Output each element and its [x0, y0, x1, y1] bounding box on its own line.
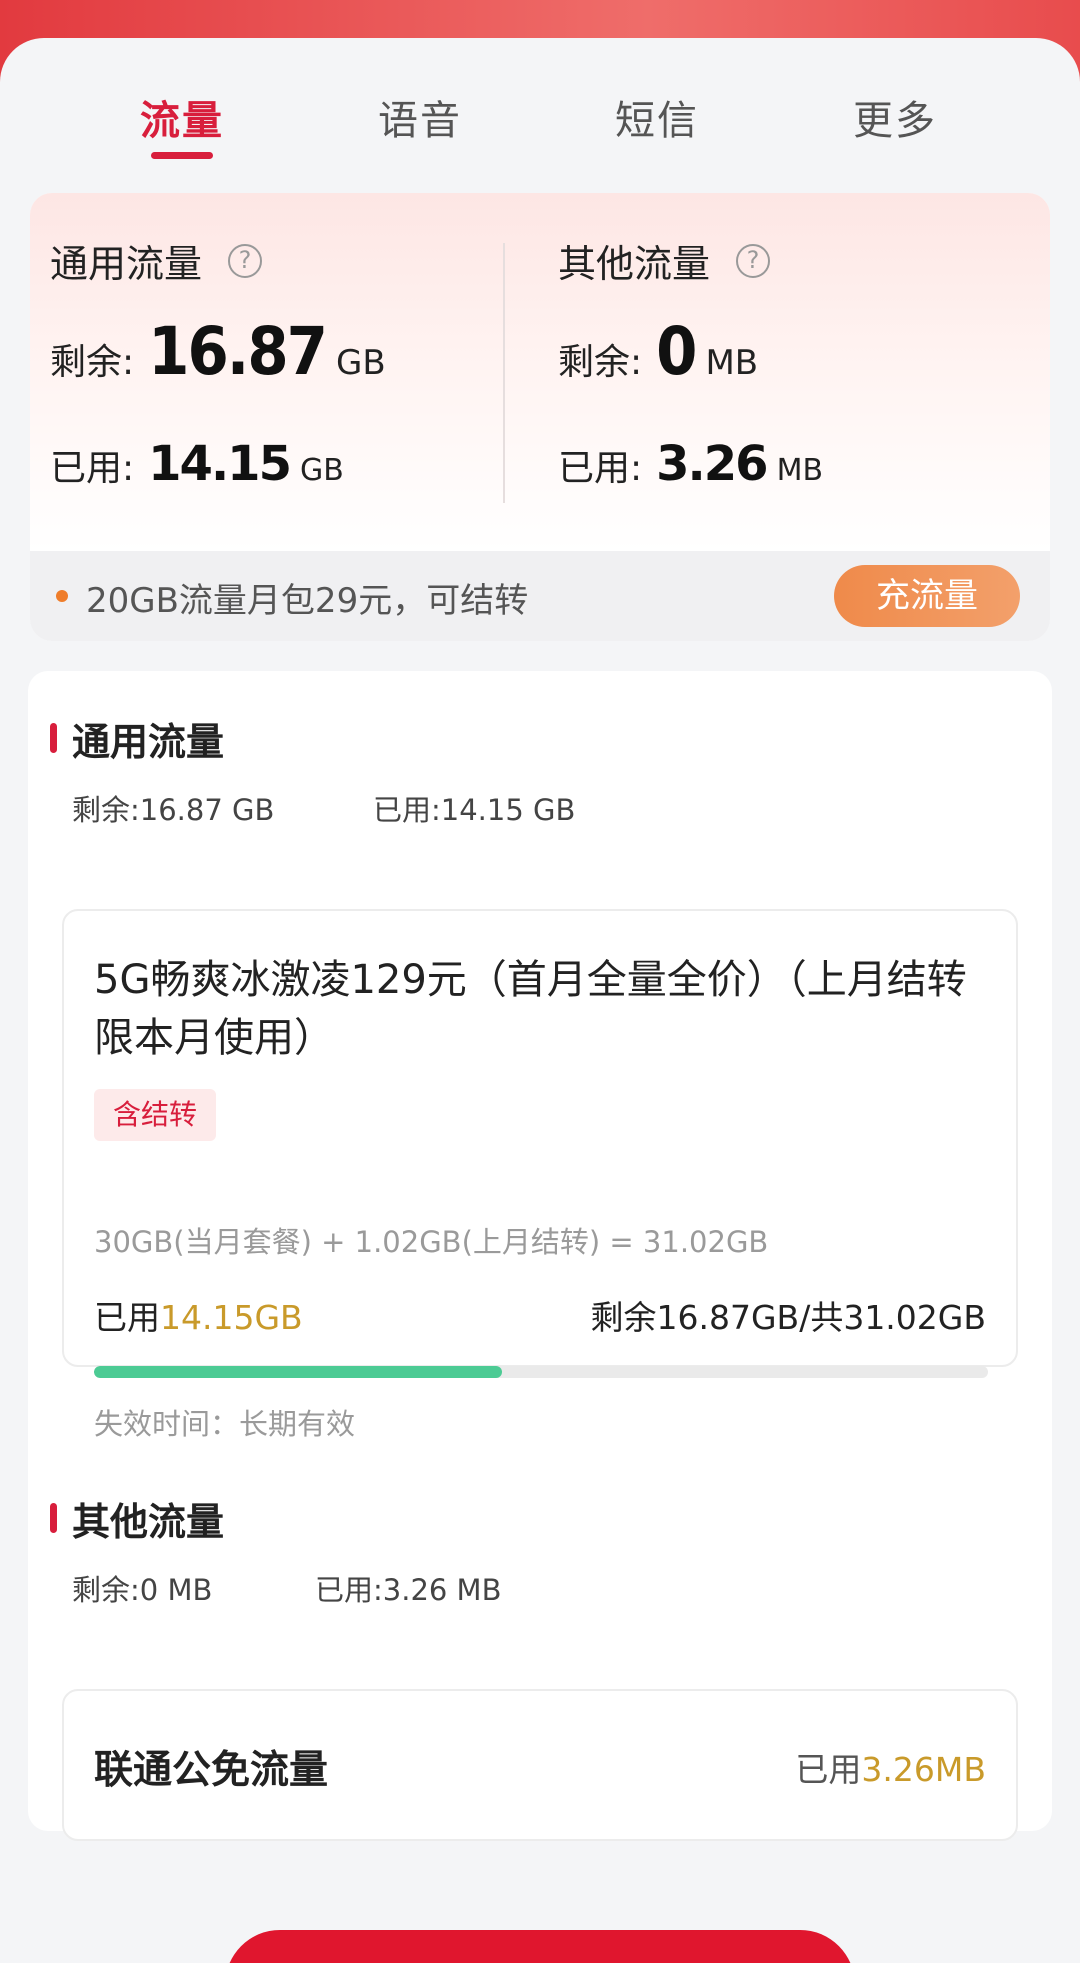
other-section-used: 已用:3.26 MB [315, 1573, 502, 1607]
other-traffic-summary: 其他流量 ? 剩余: 0 MB 已用: 3.26 MB [558, 193, 1018, 551]
bottom-action-button[interactable] [225, 1930, 855, 1963]
traffic-panel: 流量 语音 短信 更多 通用流量 ? 剩余: 16.87 GB 已用: 14.1… [0, 38, 1080, 1963]
tab-sms[interactable]: 短信 [557, 88, 757, 146]
package-remaining: 剩余16.87GB/共31.02GB [590, 1298, 986, 1337]
other-remaining-row: 剩余: 0 MB [558, 313, 758, 390]
used-unit: GB [299, 453, 344, 488]
other-section-title: 其他流量 [72, 1500, 225, 1544]
general-section-used: 已用:14.15 GB [373, 793, 576, 827]
free-traffic-card[interactable]: 联通公免流量 已用3.26MB [62, 1689, 1018, 1841]
remaining-unit: MB [705, 343, 759, 383]
traffic-summary-card: 通用流量 ? 剩余: 16.87 GB 已用: 14.15 GB 其他流量 ? … [30, 193, 1050, 641]
used-prefix: 已用 [94, 1298, 160, 1337]
tab-bar: 流量 语音 短信 更多 [0, 88, 1080, 188]
tab-label: 语音 [378, 98, 462, 144]
recharge-traffic-button[interactable]: 充流量 [834, 565, 1020, 627]
tab-label: 短信 [615, 98, 699, 144]
tab-traffic[interactable]: 流量 [82, 88, 282, 159]
other-section-remaining: 剩余:0 MB [72, 1573, 213, 1607]
free-traffic-used: 已用3.26MB [795, 1743, 986, 1791]
general-traffic-title: 通用流量 ? [50, 233, 263, 288]
general-remaining-row: 剩余: 16.87 GB [50, 313, 386, 390]
tab-label: 更多 [853, 98, 937, 144]
remaining-value: 0 [656, 313, 697, 390]
tab-voice[interactable]: 语音 [320, 88, 520, 146]
summary-title-text: 通用流量 [50, 242, 203, 286]
general-section-title: 通用流量 [72, 720, 225, 764]
summary-top: 通用流量 ? 剩余: 16.87 GB 已用: 14.15 GB 其他流量 ? … [30, 193, 1050, 551]
used-amount: 14.15GB [160, 1298, 303, 1337]
general-section-remaining: 剩余:16.87 GB [72, 793, 275, 827]
carryover-tag: 含结转 [94, 1089, 216, 1141]
package-formula: 30GB(当月套餐) + 1.02GB(上月结转) = 31.02GB [94, 1225, 769, 1259]
tab-more[interactable]: 更多 [795, 88, 995, 146]
package-used: 已用14.15GB [94, 1291, 303, 1339]
remaining-label: 剩余: [50, 342, 135, 383]
summary-title-text: 其他流量 [558, 242, 711, 286]
used-label: 已用: [50, 448, 135, 489]
bullet-dot-icon [56, 590, 68, 602]
traffic-detail-card: 通用流量 剩余:16.87 GB 已用:14.15 GB 5G畅爽冰激凌129元… [28, 671, 1052, 1841]
remaining-value: 16.87 [148, 313, 328, 390]
other-used-row: 已用: 3.26 MB [558, 436, 823, 492]
package-name: 5G畅爽冰激凌129元（首月全量全价）（上月结转限本月使用） [94, 957, 967, 1061]
promo-text: 20GB流量月包29元，可结转 [86, 581, 529, 621]
tab-active-indicator [151, 152, 213, 159]
section-marker [50, 1503, 57, 1533]
usage-progress-bar [94, 1366, 988, 1378]
promo-bar: 20GB流量月包29元，可结转 充流量 [30, 551, 1050, 641]
used-value: 3.26 [656, 436, 768, 492]
package-expiry: 失效时间：长期有效 [94, 1407, 356, 1441]
general-traffic-summary: 通用流量 ? 剩余: 16.87 GB 已用: 14.15 GB [50, 193, 490, 551]
used-prefix: 已用 [795, 1750, 862, 1789]
question-circle-icon[interactable]: ? [228, 243, 263, 278]
free-traffic-name: 联通公免流量 [94, 1748, 329, 1793]
divider [503, 243, 505, 503]
used-label: 已用: [558, 448, 643, 489]
used-unit: MB [776, 453, 824, 488]
other-traffic-title: 其他流量 ? [558, 233, 771, 288]
used-value: 14.15 [148, 436, 292, 492]
package-card[interactable]: 5G畅爽冰激凌129元（首月全量全价）（上月结转限本月使用） 含结转 30GB(… [62, 909, 1018, 1441]
used-amount: 3.26MB [861, 1750, 986, 1789]
section-marker [50, 723, 57, 753]
usage-progress-fill [94, 1366, 502, 1378]
general-used-row: 已用: 14.15 GB [50, 436, 344, 492]
remaining-label: 剩余: [558, 342, 643, 383]
tab-label: 流量 [140, 98, 224, 144]
question-circle-icon[interactable]: ? [736, 243, 771, 278]
remaining-unit: GB [335, 343, 386, 383]
